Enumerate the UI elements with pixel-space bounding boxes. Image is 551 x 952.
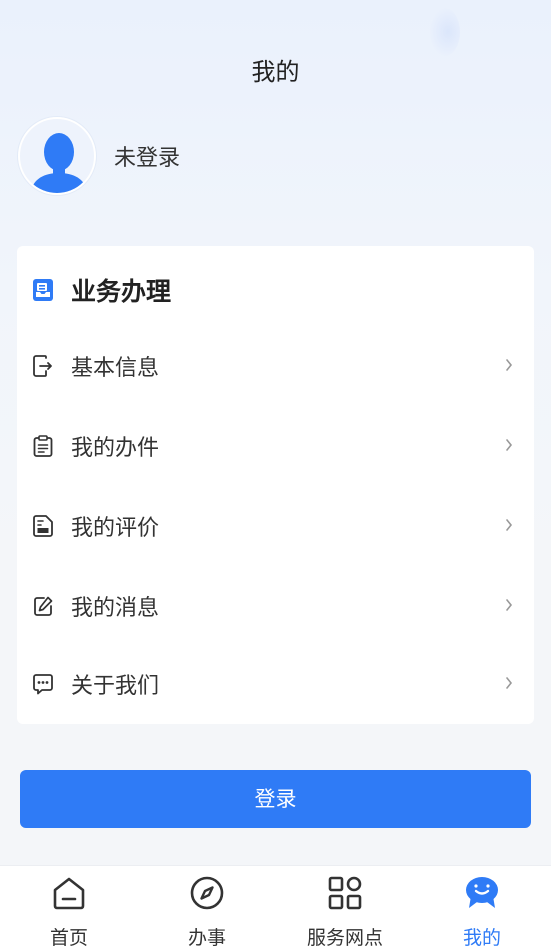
menu-item-basic-info[interactable]: 基本信息 — [17, 336, 534, 396]
menu-item-my-reviews[interactable]: 我的评价 — [17, 496, 534, 556]
menu-item-label: 基本信息 — [71, 356, 160, 381]
document-text-icon — [33, 515, 53, 537]
business-icon — [33, 279, 53, 301]
card-header: 业务办理 — [33, 272, 171, 308]
home-icon — [53, 877, 85, 910]
chevron-right-icon — [506, 677, 513, 689]
profile-section[interactable]: 未登录 — [18, 117, 180, 195]
mascot-icon — [466, 877, 498, 908]
background-decoration — [430, 8, 460, 56]
tab-services[interactable]: 办事 — [138, 866, 276, 952]
chevron-right-icon — [506, 599, 513, 611]
chevron-right-icon — [506, 359, 513, 371]
menu-item-label: 我的消息 — [71, 596, 160, 621]
login-button[interactable]: 登录 — [20, 770, 531, 828]
compass-icon — [190, 876, 224, 910]
chevron-right-icon — [506, 439, 513, 451]
menu-item-my-messages[interactable]: 我的消息 — [17, 576, 534, 636]
login-status[interactable]: 未登录 — [114, 140, 180, 172]
page-title: 我的 — [251, 58, 300, 86]
bottom-tab-bar: 首页 办事 服务网点 我的 — [0, 865, 551, 952]
tab-label: 服务网点 — [306, 927, 383, 949]
tab-mine[interactable]: 我的 — [413, 866, 551, 952]
tab-home[interactable]: 首页 — [0, 866, 138, 952]
card-title: 业务办理 — [71, 277, 172, 306]
tab-label: 首页 — [49, 927, 88, 949]
menu-item-my-cases[interactable]: 我的办件 — [17, 416, 534, 476]
tab-service-points[interactable]: 服务网点 — [276, 866, 414, 952]
grid-icon — [328, 876, 362, 910]
menu-item-label: 我的办件 — [71, 436, 160, 461]
menu-item-label: 我的评价 — [71, 516, 160, 541]
clipboard-list-icon — [33, 435, 53, 457]
chat-bubble-dots-icon — [33, 674, 53, 695]
menu-item-about-us[interactable]: 关于我们 — [17, 654, 534, 714]
chevron-right-icon — [506, 519, 513, 531]
menu-item-label: 关于我们 — [71, 674, 160, 699]
tab-label: 办事 — [187, 927, 226, 949]
edit-square-icon — [34, 596, 53, 616]
avatar[interactable] — [18, 117, 96, 195]
business-card: 业务办理 基本信息 我的办件 我的评价 我的消息 关于我们 — [17, 246, 534, 724]
id-card-exit-icon — [33, 355, 52, 377]
tab-label: 我的 — [462, 927, 501, 949]
person-icon — [30, 133, 88, 193]
